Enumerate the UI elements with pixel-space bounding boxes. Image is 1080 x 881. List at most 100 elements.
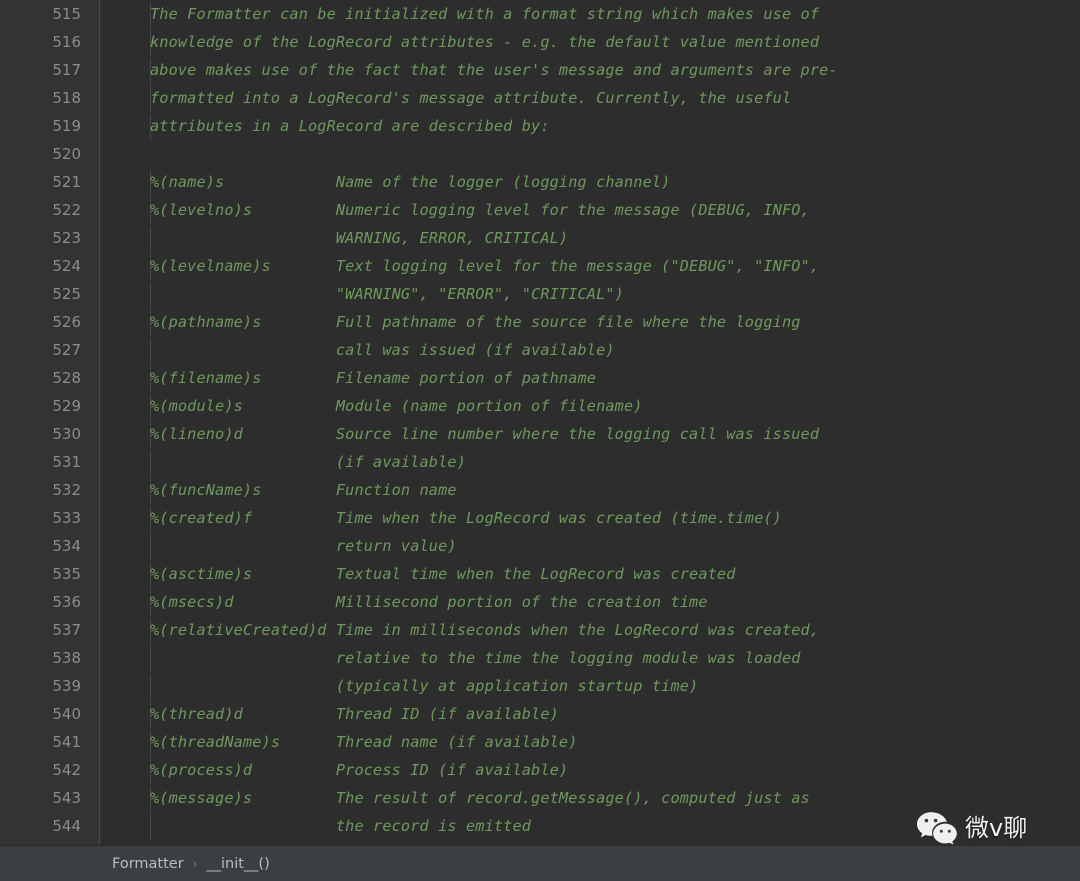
- code-line[interactable]: "WARNING", "ERROR", "CRITICAL"): [101, 280, 1080, 308]
- line-number-label: 534: [52, 537, 81, 555]
- code-line-text: %(thread)d Thread ID (if available): [150, 705, 559, 723]
- line-number: 541: [0, 728, 99, 756]
- code-line[interactable]: %(filename)s Filename portion of pathnam…: [101, 364, 1080, 392]
- line-number: 522: [0, 196, 99, 224]
- code-line-text: (typically at application startup time): [150, 677, 699, 695]
- line-number-label: 539: [52, 677, 81, 695]
- code-line[interactable]: the record is emitted: [101, 812, 1080, 840]
- code-line[interactable]: %(funcName)s Function name: [101, 476, 1080, 504]
- code-line[interactable]: (typically at application startup time): [101, 672, 1080, 700]
- code-line-text: "WARNING", "ERROR", "CRITICAL"): [150, 285, 624, 303]
- line-number: 526: [0, 308, 99, 336]
- line-number: 532: [0, 476, 99, 504]
- editor-pane[interactable]: 515 516 517 518 519 520 521 522 523 524 525 526 527 5…: [0, 0, 1080, 845]
- line-number-label: 524: [52, 257, 81, 275]
- code-line-text: The Formatter can be initialized with a …: [150, 5, 820, 23]
- code-line-text: %(levelname)s Text logging level for the…: [150, 257, 820, 275]
- line-number: 523: [0, 224, 99, 252]
- code-line[interactable]: %(threadName)s Thread name (if available…: [101, 728, 1080, 756]
- line-number: 521: [0, 168, 99, 196]
- code-content-area[interactable]: The Formatter can be initialized with a …: [101, 0, 1080, 845]
- code-line-text: %(levelno)s Numeric logging level for th…: [150, 201, 810, 219]
- line-number: 518: [0, 84, 99, 112]
- code-line[interactable]: knowledge of the LogRecord attributes - …: [101, 28, 1080, 56]
- code-line[interactable]: %(relativeCreated)d Time in milliseconds…: [101, 616, 1080, 644]
- line-number-gutter[interactable]: 515 516 517 518 519 520 521 522 523 524 525 526 527 5…: [0, 0, 100, 845]
- line-number: 519: [0, 112, 99, 140]
- code-line-text: %(lineno)d Source line number where the …: [150, 425, 820, 443]
- line-number: 517: [0, 56, 99, 84]
- line-number-label: 529: [52, 397, 81, 415]
- line-number: 527: [0, 336, 99, 364]
- code-line[interactable]: attributes in a LogRecord are described …: [101, 112, 1080, 140]
- code-line-text: %(relativeCreated)d Time in milliseconds…: [150, 621, 820, 639]
- code-line-text: attributes in a LogRecord are described …: [150, 117, 550, 135]
- code-line[interactable]: %(levelno)s Numeric logging level for th…: [101, 196, 1080, 224]
- code-line-text: return value): [150, 537, 457, 555]
- code-line-text: %(process)d Process ID (if available): [150, 761, 569, 779]
- code-line-text: above makes use of the fact that the use…: [150, 61, 838, 79]
- line-number: 537: [0, 616, 99, 644]
- code-line[interactable]: %(process)d Process ID (if available): [101, 756, 1080, 784]
- code-line[interactable]: WARNING, ERROR, CRITICAL): [101, 224, 1080, 252]
- code-line[interactable]: %(lineno)d Source line number where the …: [101, 420, 1080, 448]
- code-line[interactable]: [101, 140, 1080, 168]
- code-line-text: call was issued (if available): [150, 341, 615, 359]
- line-number: 524: [0, 252, 99, 280]
- line-number: 529: [0, 392, 99, 420]
- line-number-label: 523: [52, 229, 81, 247]
- line-number-label: 544: [52, 817, 81, 835]
- line-number: 520: [0, 140, 99, 168]
- line-number-label: 520: [52, 145, 81, 163]
- line-number: 535: [0, 560, 99, 588]
- code-line[interactable]: formatted into a LogRecord's message att…: [101, 84, 1080, 112]
- line-number: 531: [0, 448, 99, 476]
- code-line-text: %(created)f Time when the LogRecord was …: [150, 509, 782, 527]
- breadcrumb-item[interactable]: Formatter: [112, 856, 184, 872]
- code-line[interactable]: %(msecs)d Millisecond portion of the cre…: [101, 588, 1080, 616]
- line-number-label: 540: [52, 705, 81, 723]
- code-line[interactable]: (if available): [101, 448, 1080, 476]
- code-line[interactable]: return value): [101, 532, 1080, 560]
- line-number: 542: [0, 756, 99, 784]
- code-line-text: %(pathname)s Full pathname of the source…: [150, 313, 801, 331]
- line-number: 543: [0, 784, 99, 812]
- code-line[interactable]: %(message)s The result of record.getMess…: [101, 784, 1080, 812]
- line-number-label: 538: [52, 649, 81, 667]
- code-line[interactable]: %(module)s Module (name portion of filen…: [101, 392, 1080, 420]
- line-number-label: 542: [52, 761, 81, 779]
- line-number-label: 525: [52, 285, 81, 303]
- code-line[interactable]: %(created)f Time when the LogRecord was …: [101, 504, 1080, 532]
- code-line-text: %(funcName)s Function name: [150, 481, 457, 499]
- line-number-label: 543: [52, 789, 81, 807]
- line-number-label: 519: [52, 117, 81, 135]
- code-editor-window: 515 516 517 518 519 520 521 522 523 524 525 526 527 5…: [0, 0, 1080, 881]
- line-number: 516: [0, 28, 99, 56]
- code-line[interactable]: %(pathname)s Full pathname of the source…: [101, 308, 1080, 336]
- code-line[interactable]: above makes use of the fact that the use…: [101, 56, 1080, 84]
- code-line[interactable]: The Formatter can be initialized with a …: [101, 0, 1080, 28]
- line-number-label: 531: [52, 453, 81, 471]
- line-number: 530: [0, 420, 99, 448]
- line-number-label: 533: [52, 509, 81, 527]
- line-number-label: 516: [52, 33, 81, 51]
- line-number-label: 522: [52, 201, 81, 219]
- line-number-label: 541: [52, 733, 81, 751]
- code-line[interactable]: %(asctime)s Textual time when the LogRec…: [101, 560, 1080, 588]
- code-line[interactable]: %(name)s Name of the logger (logging cha…: [101, 168, 1080, 196]
- line-number: 544: [0, 812, 99, 840]
- line-number-label: 528: [52, 369, 81, 387]
- code-line[interactable]: %(thread)d Thread ID (if available): [101, 700, 1080, 728]
- line-number: 515: [0, 0, 99, 28]
- code-line-list: The Formatter can be initialized with a …: [101, 0, 1080, 840]
- breadcrumb-item[interactable]: __init__(): [206, 856, 269, 872]
- code-line[interactable]: %(levelname)s Text logging level for the…: [101, 252, 1080, 280]
- line-number-label: 517: [52, 61, 81, 79]
- line-number: 525: [0, 280, 99, 308]
- line-number-label: 530: [52, 425, 81, 443]
- breadcrumb[interactable]: Formatter › __init__(): [112, 846, 270, 881]
- code-line[interactable]: call was issued (if available): [101, 336, 1080, 364]
- code-line-text: knowledge of the LogRecord attributes - …: [150, 33, 820, 51]
- line-number: 534: [0, 532, 99, 560]
- code-line[interactable]: relative to the time the logging module …: [101, 644, 1080, 672]
